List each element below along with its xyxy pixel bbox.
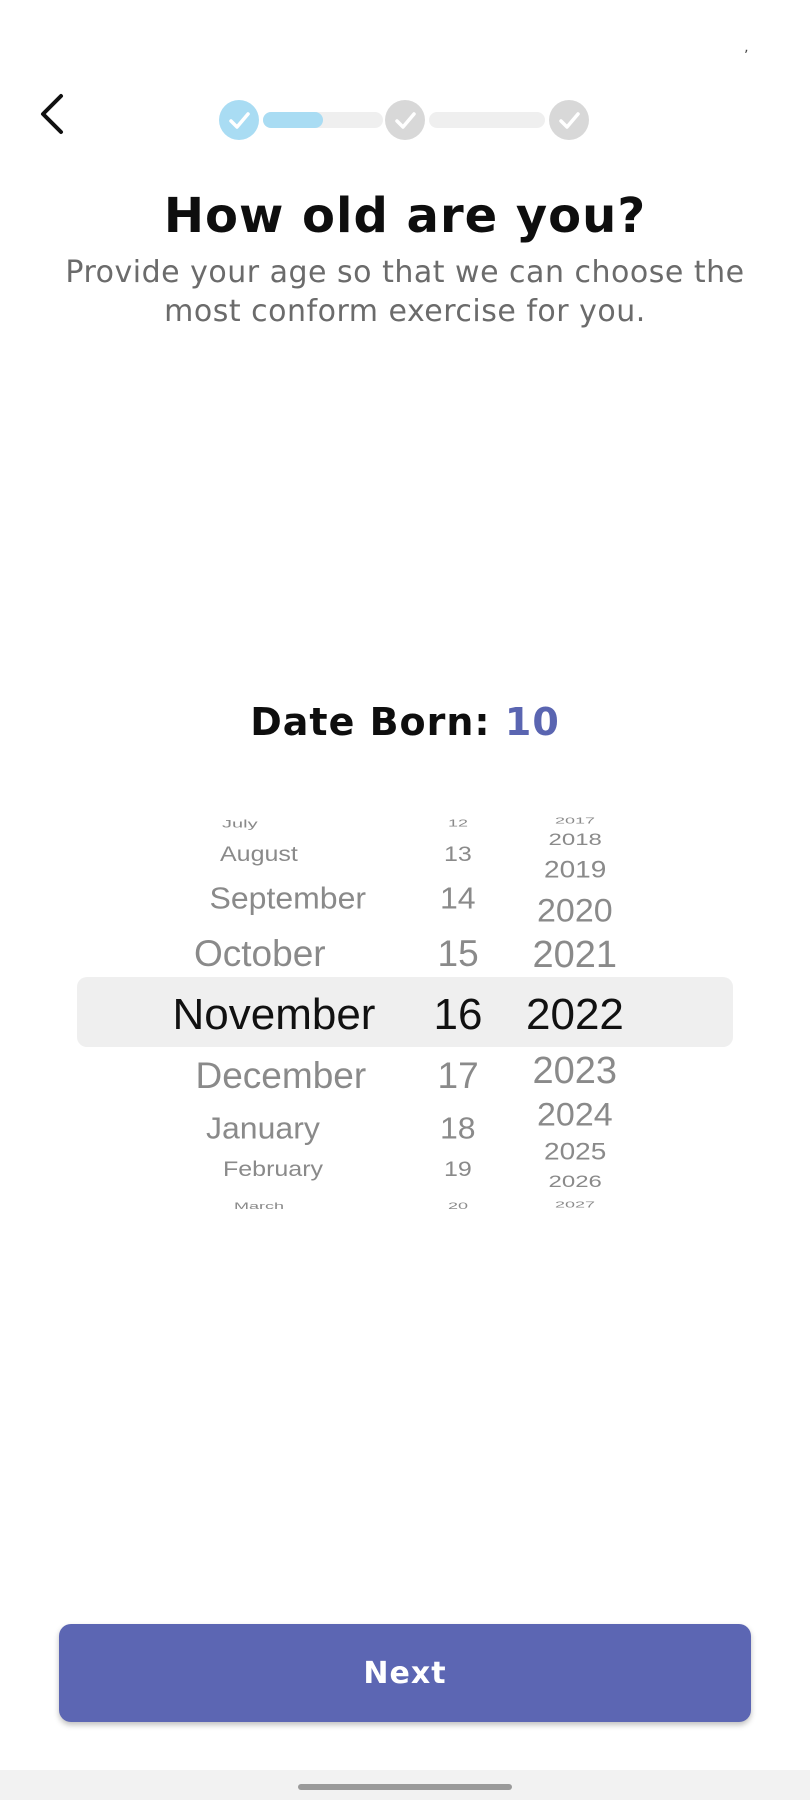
picker-month-item[interactable]: January [206, 1113, 320, 1143]
step-segment-2 [429, 112, 545, 128]
picker-year-item[interactable]: 2017 [555, 817, 595, 825]
picker-month-item[interactable]: December [196, 1057, 367, 1094]
subtitle-line-2: most conform exercise for you. [164, 294, 646, 329]
picker-month-item[interactable]: September [210, 883, 367, 913]
picker-year-item[interactable]: 2023 [533, 1052, 618, 1090]
picker-year-item[interactable]: 2027 [555, 1201, 595, 1209]
picker-day-item[interactable]: 20 [448, 1202, 468, 1211]
back-button[interactable] [28, 90, 76, 138]
subtitle-line-1: Provide your age so that we can choose t… [65, 255, 745, 290]
picker-month-item[interactable]: August [220, 843, 298, 865]
picker-year-item[interactable]: 2019 [544, 858, 606, 882]
picker-day-item[interactable]: 17 [438, 1057, 479, 1094]
next-button[interactable]: Next [59, 1624, 751, 1722]
date-born-text: Date Born: [250, 700, 505, 744]
date-born-label: Date Born: 10 [0, 700, 810, 744]
page-subtitle: Provide your age so that we can choose t… [60, 253, 750, 331]
picker-year-item[interactable]: 2018 [549, 831, 602, 849]
picker-year-item[interactable]: 2022 [526, 993, 624, 1037]
date-wheel-picker[interactable]: July August September October November Decemb… [0, 810, 810, 1211]
status-mark: ʼ [744, 48, 749, 64]
picker-month-item[interactable]: February [223, 1158, 323, 1180]
progress-stepper [219, 100, 589, 140]
step-3-check-icon [549, 100, 589, 140]
system-navigation-bar [0, 1770, 810, 1800]
picker-month-item[interactable]: March [234, 1202, 284, 1211]
picker-day-item[interactable]: 12 [448, 818, 468, 828]
home-indicator[interactable] [298, 1784, 512, 1790]
step-segment-1-fill [263, 112, 323, 128]
picker-year-item[interactable]: 2020 [537, 895, 613, 927]
chevron-left-icon [41, 94, 63, 134]
step-segment-1 [263, 112, 383, 128]
picker-day-item[interactable]: 19 [444, 1158, 472, 1180]
picker-year-item[interactable]: 2025 [544, 1140, 606, 1164]
picker-year-item[interactable]: 2026 [549, 1173, 602, 1191]
date-born-value: 10 [504, 700, 560, 744]
page-title: How old are you? [163, 188, 647, 244]
picker-day-item[interactable]: 14 [440, 883, 476, 913]
step-1-check-icon [219, 100, 259, 140]
picker-month-item[interactable]: November [173, 993, 376, 1037]
picker-month-item[interactable]: July [222, 819, 258, 830]
picker-day-item[interactable]: 16 [434, 993, 483, 1037]
step-2-check-icon [385, 100, 425, 140]
picker-day-item[interactable]: 13 [444, 843, 472, 865]
picker-day-item[interactable]: 15 [438, 935, 479, 972]
picker-month-item[interactable]: October [194, 935, 326, 972]
picker-year-item[interactable]: 2024 [537, 1099, 613, 1131]
picker-day-item[interactable]: 18 [440, 1113, 476, 1143]
picker-year-item[interactable]: 2021 [533, 936, 618, 974]
